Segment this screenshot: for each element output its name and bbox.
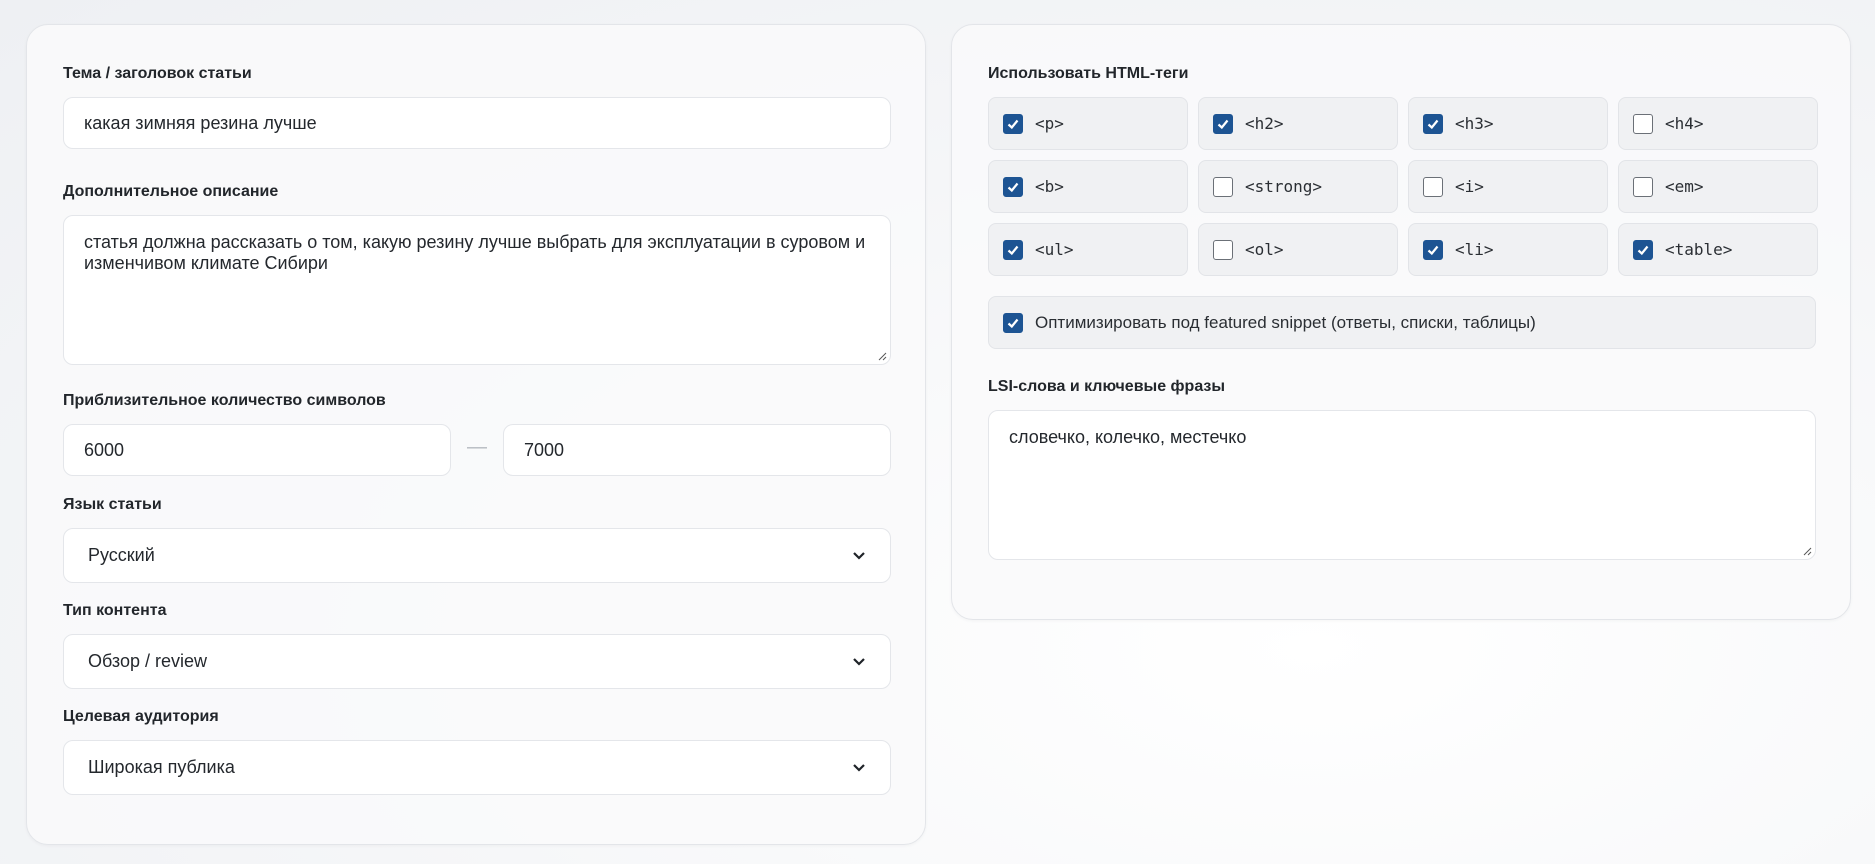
lsi-label: LSI-слова и ключевые фразы	[988, 378, 1226, 395]
html-tags-label: Использовать HTML-теги	[988, 65, 1189, 82]
html-tag-option[interactable]: <table>	[1618, 223, 1818, 276]
html-tag-label: <ul>	[1035, 240, 1074, 259]
check-icon	[1427, 119, 1439, 129]
html-tag-checkbox[interactable]	[1423, 176, 1443, 197]
description-label: Дополнительное описание	[63, 183, 279, 200]
html-tag-option[interactable]: <p>	[988, 97, 1188, 150]
html-tag-option[interactable]: <h3>	[1408, 97, 1608, 150]
html-tag-label: <h4>	[1665, 114, 1704, 133]
html-tag-checkbox[interactable]	[1003, 239, 1023, 260]
html-tag-checkbox[interactable]	[1213, 176, 1233, 197]
topic-label: Тема / заголовок статьи	[63, 65, 252, 82]
description-textarea[interactable]: статья должна рассказать о том, какую ре…	[63, 215, 891, 365]
page: Тема / заголовок статьи какая зимняя рез…	[0, 0, 1875, 864]
chars-range-separator: —	[467, 436, 487, 458]
check-icon	[1217, 119, 1229, 129]
resize-handle-icon[interactable]	[1802, 546, 1812, 556]
html-tag-option[interactable]: <strong>	[1198, 160, 1398, 213]
html-tag-label: <ol>	[1245, 240, 1284, 259]
html-tag-checkbox[interactable]	[1213, 239, 1233, 260]
html-tag-option[interactable]: <li>	[1408, 223, 1608, 276]
content-type-select[interactable]: Обзор / review	[63, 634, 891, 689]
html-tag-label: <table>	[1665, 240, 1733, 259]
language-value: Русский	[88, 545, 155, 565]
html-tag-option[interactable]: <h2>	[1198, 97, 1398, 150]
topic-input[interactable]: какая зимняя резина лучше	[63, 97, 891, 149]
html-tag-checkbox[interactable]	[1003, 176, 1023, 197]
check-icon	[1427, 245, 1439, 255]
language-select[interactable]: Русский	[63, 528, 891, 583]
description-text: статья должна рассказать о том, какую ре…	[84, 232, 866, 273]
resize-handle-icon[interactable]	[877, 351, 887, 361]
html-tag-label: <em>	[1665, 177, 1704, 196]
html-tag-option[interactable]: <h4>	[1618, 97, 1818, 150]
featured-snippet-option[interactable]: Оптимизировать под featured snippet (отв…	[988, 296, 1816, 349]
check-icon	[1007, 182, 1019, 192]
html-tag-checkbox[interactable]	[1633, 113, 1653, 134]
html-tag-option[interactable]: <ul>	[988, 223, 1188, 276]
html-tag-checkbox[interactable]	[1003, 113, 1023, 134]
html-tag-option[interactable]: <i>	[1408, 160, 1608, 213]
lsi-text: словечко, колечко, местечко	[1009, 427, 1247, 447]
check-icon	[1637, 245, 1649, 255]
featured-snippet-label: Оптимизировать под featured snippet (отв…	[1035, 312, 1536, 332]
html-tag-option[interactable]: <ol>	[1198, 223, 1398, 276]
language-label: Язык статьи	[63, 496, 162, 513]
content-type-label: Тип контента	[63, 602, 167, 619]
chevron-down-icon	[853, 551, 865, 560]
audience-label: Целевая аудитория	[63, 708, 219, 725]
chars-min-input[interactable]: 6000	[63, 424, 451, 476]
html-tag-label: <h2>	[1245, 114, 1284, 133]
html-tag-label: <strong>	[1245, 177, 1323, 196]
html-tag-label: <b>	[1035, 177, 1064, 196]
audience-value: Широкая публика	[88, 757, 235, 777]
html-tag-option[interactable]: <b>	[988, 160, 1188, 213]
html-tag-checkbox[interactable]	[1633, 239, 1653, 260]
audience-select[interactable]: Широкая публика	[63, 740, 891, 795]
html-tag-label: <p>	[1035, 114, 1064, 133]
html-options-card: Использовать HTML-теги Оптимизировать по…	[951, 24, 1851, 620]
check-icon	[1007, 119, 1019, 129]
content-type-value: Обзор / review	[88, 651, 208, 671]
html-tag-checkbox[interactable]	[1423, 239, 1443, 260]
lsi-textarea[interactable]: словечко, колечко, местечко	[988, 410, 1816, 560]
html-tag-checkbox[interactable]	[1213, 113, 1233, 134]
chars-label: Приблизительное количество символов	[63, 392, 386, 409]
chevron-down-icon	[853, 657, 865, 666]
article-settings-card: Тема / заголовок статьи какая зимняя рез…	[26, 24, 926, 845]
html-tag-checkbox[interactable]	[1633, 176, 1653, 197]
html-tag-label: <li>	[1455, 240, 1494, 259]
html-tag-checkbox[interactable]	[1423, 113, 1443, 134]
check-icon	[1007, 245, 1019, 255]
html-tag-label: <h3>	[1455, 114, 1494, 133]
chars-max-input[interactable]: 7000	[503, 424, 891, 476]
check-icon	[1007, 318, 1019, 328]
featured-snippet-checkbox[interactable]	[1003, 312, 1023, 333]
chevron-down-icon	[853, 763, 865, 772]
html-tag-label: <i>	[1455, 177, 1484, 196]
html-tag-option[interactable]: <em>	[1618, 160, 1818, 213]
